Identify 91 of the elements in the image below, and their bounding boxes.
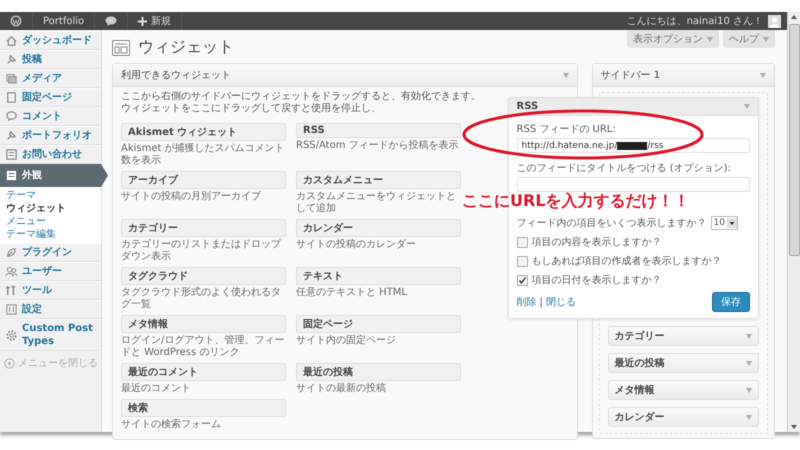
- field-label: フィード内の項目をいくつ表示しますか？: [516, 216, 707, 230]
- checkbox-label: 項目の日付を表示しますか？: [532, 274, 662, 287]
- widget-description: 任意のテキストと HTML: [296, 287, 408, 299]
- collapse-icon: [3, 357, 16, 370]
- plus-icon: [138, 16, 148, 26]
- widget-item[interactable]: 検索: [121, 399, 286, 417]
- menu-item[interactable]: ユーザー: [0, 262, 101, 281]
- link-separator: |: [540, 296, 543, 308]
- site-link[interactable]: Portfolio: [43, 16, 84, 26]
- widget-description: カスタムメニューをウィジェットとして追加: [296, 191, 457, 215]
- widget-item[interactable]: 最近の投稿: [296, 363, 461, 381]
- menu-item[interactable]: コメント: [0, 107, 101, 126]
- panel-description: ここから右側のサイドバーにウィジェットをドラッグすると、有効化できます。ウィジェットをここにドラッグして戻すと使用を停止し、: [120, 90, 482, 116]
- users-icon: [5, 265, 18, 278]
- pin-icon: [5, 53, 18, 66]
- redaction-bar: [617, 142, 648, 150]
- settings-icon: [5, 303, 18, 316]
- menu-item[interactable]: ダッシュボード: [0, 31, 101, 50]
- count-select[interactable]: 10: [710, 216, 738, 230]
- page-title: ウィジェット: [138, 37, 234, 58]
- sidebar-widget[interactable]: カレンダー: [608, 407, 759, 427]
- widget-title: RSS: [516, 101, 538, 112]
- page-icon: [5, 91, 18, 104]
- comment-icon[interactable]: [105, 16, 118, 26]
- screen-tab[interactable]: 表示オプション: [627, 30, 719, 48]
- comment-icon: [5, 110, 18, 123]
- widget-description: RSS/Atom フィードから投稿を表示: [296, 140, 460, 152]
- avatar-icon[interactable]: [768, 14, 781, 28]
- widget-item[interactable]: Akismet ウィジェット: [121, 123, 286, 141]
- checkbox[interactable]: [516, 236, 528, 248]
- widget-item[interactable]: カレンダー: [296, 219, 461, 237]
- menu-item[interactable]: ポートフォリオ: [0, 126, 101, 145]
- submenu-item[interactable]: テーマ編集: [6, 228, 101, 241]
- greeting[interactable]: こんにちは、nainai10 さん！: [626, 14, 763, 28]
- menu-item[interactable]: メディア: [0, 69, 101, 88]
- panel-title: サイドバー 1: [600, 69, 660, 82]
- checkbox-label: もしあれば項目の作成者を表示しますか？: [532, 254, 722, 268]
- menu-item[interactable]: 固定ページ: [0, 88, 101, 107]
- menu-item[interactable]: 投稿: [0, 50, 101, 69]
- submenu-item[interactable]: メニュー: [6, 215, 101, 228]
- widget-description: サイトの投稿のカレンダー: [296, 239, 417, 251]
- sidebar-widget[interactable]: カテゴリー: [608, 326, 759, 346]
- widget-description: サイトの検索フォーム: [121, 419, 222, 431]
- widget-item[interactable]: アーカイブ: [121, 171, 286, 189]
- widget-description: サイトの投稿の月別アーカイブ: [121, 191, 262, 203]
- widget-description: カテゴリーのリストまたはドロップダウン表示: [121, 239, 282, 263]
- save-button[interactable]: 保存: [712, 292, 750, 312]
- checkbox[interactable]: [516, 256, 528, 266]
- title-field[interactable]: [516, 177, 750, 192]
- field-label: このフィードにタイトルをつける (オプション):: [516, 162, 732, 175]
- tools-icon: [5, 284, 18, 297]
- menu-item[interactable]: 外観: [0, 164, 108, 187]
- widget-item[interactable]: カテゴリー: [121, 219, 286, 237]
- widget-item[interactable]: 固定ページ: [296, 315, 461, 333]
- menu-item[interactable]: 設定: [0, 300, 101, 319]
- logo-icon[interactable]: [10, 15, 22, 27]
- widget-description: サイトの最新の投稿: [296, 383, 387, 395]
- screen-tab[interactable]: ヘルプ: [723, 30, 775, 48]
- close-link[interactable]: 閉じる: [546, 295, 576, 309]
- submenu-item[interactable]: テーマ: [6, 189, 101, 202]
- widget-description: タグクラウド形式のよく使われるタグ一覧: [121, 287, 282, 311]
- pin-icon: [5, 129, 18, 142]
- scrollbar[interactable]: [787, 12, 800, 432]
- annotation-text: ここにURLを入力するだけ！！: [462, 192, 690, 210]
- menu-item[interactable]: ツール: [0, 281, 101, 300]
- widget-item[interactable]: テキスト: [296, 267, 461, 285]
- sidebar-widget[interactable]: 最近の投稿: [608, 353, 759, 373]
- widget-item[interactable]: 最近のコメント: [121, 363, 286, 381]
- sidebar-widget[interactable]: メタ情報: [608, 380, 759, 400]
- media-icon: [5, 72, 18, 85]
- widget-description: サイト内の固定ページ: [296, 335, 397, 347]
- checkbox-label: 項目の内容を表示しますか？: [532, 236, 662, 249]
- panel-title: 利用できるウィジェット: [121, 68, 231, 82]
- widget-description: 最近のコメント: [121, 383, 192, 395]
- widget-item[interactable]: RSS: [296, 123, 461, 138]
- gear-icon: [5, 328, 18, 342]
- checkbox[interactable]: [516, 274, 528, 286]
- widget-item[interactable]: メタ情報: [121, 315, 286, 333]
- widget-item[interactable]: カスタムメニュー: [296, 171, 461, 189]
- home-icon: [5, 34, 18, 47]
- delete-link[interactable]: 削除: [516, 295, 537, 309]
- widgets-icon: [112, 40, 130, 56]
- submenu-item[interactable]: ウィジェット: [6, 202, 101, 215]
- field-label: RSS フィードの URL:: [516, 123, 617, 136]
- widget-item[interactable]: タグクラウド: [121, 267, 286, 285]
- menu-item[interactable]: Custom Post Types: [0, 319, 101, 351]
- layout-icon: [5, 169, 18, 182]
- form-icon: [5, 148, 18, 161]
- menu-item[interactable]: プラグイン: [0, 243, 101, 262]
- widget-description: ログイン/ログアウト、管理、フィードと WordPress のリンク: [121, 335, 286, 359]
- widget-description: Akismet が捕獲したスパムコメント数を表示: [121, 143, 286, 167]
